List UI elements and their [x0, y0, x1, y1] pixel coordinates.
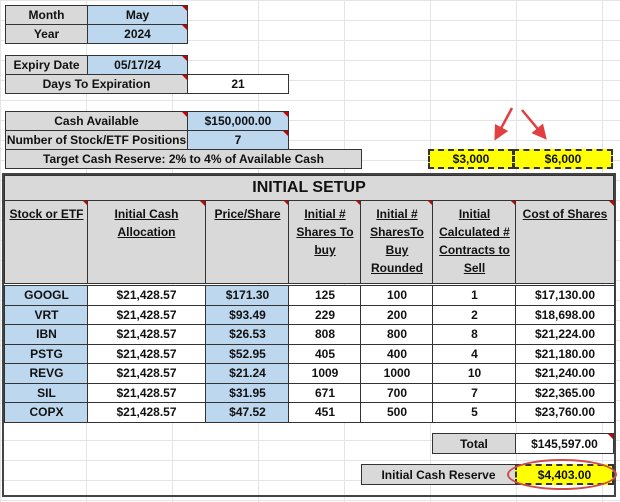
cell-allocation[interactable]: $21,428.57 — [87, 304, 206, 325]
month-cell[interactable]: May — [87, 5, 188, 25]
cell-stock[interactable]: IBN — [4, 324, 89, 345]
cell-price[interactable]: $171.30 — [205, 285, 290, 306]
cell-cost[interactable]: $23,760.00 — [515, 402, 615, 423]
header-rounded: Initial # SharesTo Buy Rounded — [360, 200, 434, 284]
header-price: Price/Share — [205, 200, 290, 284]
total-label: Total — [432, 433, 516, 454]
cell-cost[interactable]: $21,240.00 — [515, 363, 615, 384]
cell-cost[interactable]: $22,365.00 — [515, 382, 615, 403]
cell-cost[interactable]: $21,224.00 — [515, 324, 615, 345]
cell-allocation[interactable]: $21,428.57 — [87, 285, 206, 306]
reserve-high-cell[interactable]: $6,000 — [513, 149, 613, 169]
cell-price[interactable]: $52.95 — [205, 343, 290, 364]
cell-stock[interactable]: PSTG — [4, 343, 89, 364]
cell-shares[interactable]: 1009 — [288, 363, 362, 384]
positions-label: Number of Stock/ETF Positions — [5, 130, 188, 150]
cell-cost[interactable]: $18,698.00 — [515, 304, 615, 325]
year-cell[interactable]: 2024 — [87, 24, 188, 44]
total-cell[interactable]: $145,597.00 — [515, 433, 614, 454]
cell-shares[interactable]: 125 — [288, 285, 362, 306]
cell-rounded[interactable]: 800 — [360, 324, 434, 345]
cell-shares[interactable]: 671 — [288, 382, 362, 403]
cell-cost[interactable]: $21,180.00 — [515, 343, 615, 364]
cell-contracts[interactable]: 8 — [432, 324, 517, 345]
cell-shares[interactable]: 451 — [288, 402, 362, 423]
year-label: Year — [5, 24, 88, 44]
cell-allocation[interactable]: $21,428.57 — [87, 363, 206, 384]
dte-label: Days To Expiration — [5, 74, 188, 94]
cell-stock[interactable]: GOOGL — [4, 285, 89, 306]
month-label: Month — [5, 5, 88, 25]
cash-cell[interactable]: $150,000.00 — [187, 111, 289, 131]
cell-contracts[interactable]: 4 — [432, 343, 517, 364]
cell-stock[interactable]: COPX — [4, 402, 89, 423]
header-stock: Stock or ETF — [4, 200, 89, 284]
cell-rounded[interactable]: 500 — [360, 402, 434, 423]
cash-label: Cash Available — [5, 111, 188, 131]
header-shares: Initial # Shares To buy — [288, 200, 362, 284]
header-contracts: Initial Calculated # Contracts to Sell — [432, 200, 517, 284]
reserve-low-cell[interactable]: $3,000 — [428, 149, 514, 169]
initial-reserve-label: Initial Cash Reserve — [361, 464, 516, 485]
positions-cell[interactable]: 7 — [187, 130, 289, 150]
cell-contracts[interactable]: 7 — [432, 382, 517, 403]
cell-contracts[interactable]: 10 — [432, 363, 517, 384]
cell-stock[interactable]: REVG — [4, 363, 89, 384]
cell-price[interactable]: $26.53 — [205, 324, 290, 345]
expiry-cell[interactable]: 05/17/24 — [87, 55, 188, 75]
header-allocation: Initial Cash Allocation — [87, 200, 206, 284]
cell-rounded[interactable]: 700 — [360, 382, 434, 403]
arrows-icon — [494, 107, 547, 141]
cell-cost[interactable]: $17,130.00 — [515, 285, 615, 306]
setup-title: INITIAL SETUP — [4, 175, 614, 201]
cell-rounded[interactable]: 400 — [360, 343, 434, 364]
cell-price[interactable]: $31.95 — [205, 382, 290, 403]
cell-stock[interactable]: SIL — [4, 382, 89, 403]
cell-allocation[interactable]: $21,428.57 — [87, 382, 206, 403]
cell-price[interactable]: $21.24 — [205, 363, 290, 384]
cell-allocation[interactable]: $21,428.57 — [87, 402, 206, 423]
highlight-oval — [507, 459, 617, 490]
cell-contracts[interactable]: 2 — [432, 304, 517, 325]
cell-rounded[interactable]: 100 — [360, 285, 434, 306]
cell-shares[interactable]: 229 — [288, 304, 362, 325]
expiry-label: Expiry Date — [5, 55, 88, 75]
cell-allocation[interactable]: $21,428.57 — [87, 324, 206, 345]
cell-shares[interactable]: 808 — [288, 324, 362, 345]
cell-allocation[interactable]: $21,428.57 — [87, 343, 206, 364]
cell-contracts[interactable]: 5 — [432, 402, 517, 423]
header-cost: Cost of Shares — [515, 200, 615, 284]
dte-cell[interactable]: 21 — [187, 74, 289, 94]
cell-price[interactable]: $47.52 — [205, 402, 290, 423]
cell-price[interactable]: $93.49 — [205, 304, 290, 325]
cell-rounded[interactable]: 200 — [360, 304, 434, 325]
cell-rounded[interactable]: 1000 — [360, 363, 434, 384]
cell-contracts[interactable]: 1 — [432, 285, 517, 306]
target-reserve-label: Target Cash Reserve: 2% to 4% of Availab… — [5, 149, 362, 169]
cell-shares[interactable]: 405 — [288, 343, 362, 364]
cell-stock[interactable]: VRT — [4, 304, 89, 325]
